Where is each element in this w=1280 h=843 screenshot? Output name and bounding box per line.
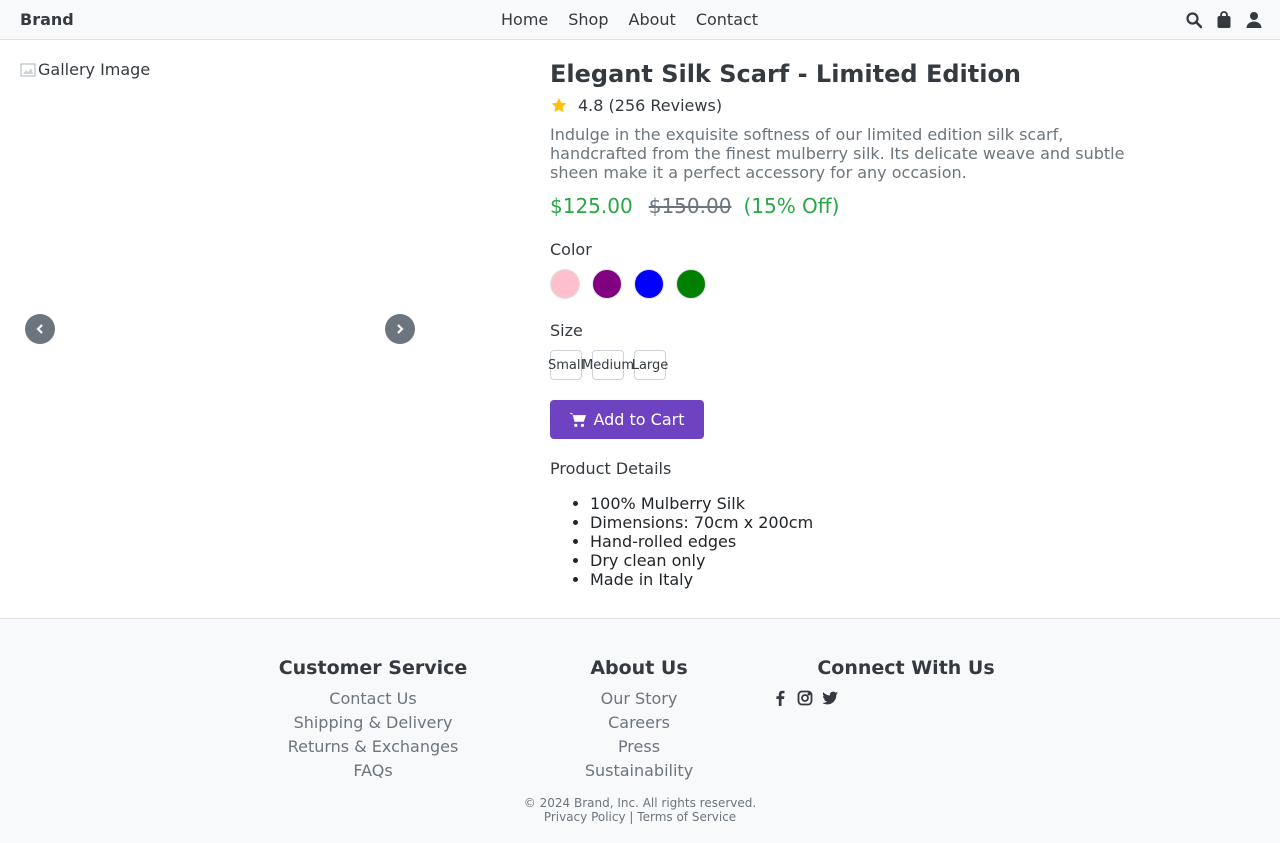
size-large-button[interactable]: Large [632,350,668,380]
footer-heading: Customer Service [278,657,468,679]
discount-badge: (15% Off) [743,194,840,218]
legal-links: Privacy Policy | Terms of Service [0,810,1280,824]
add-to-cart-button[interactable]: Add to Cart [550,400,704,439]
site-footer: Customer Service Contact Us Shipping & D… [0,618,1280,843]
list-item: 100% Mulberry Silk [590,494,1150,513]
footer-heading: About Us [590,657,688,679]
user-icon[interactable] [1246,11,1262,29]
legal-separator: | [629,810,634,824]
product-info: Elegant Silk Scarf - Limited Edition 4.8… [548,60,1150,589]
product-details-title: Product Details [550,459,672,478]
carousel-prev-button[interactable] [25,314,55,344]
search-icon[interactable] [1186,11,1202,29]
color-swatch-purple[interactable] [592,269,622,299]
color-swatches [550,269,1150,299]
footer-link-our-story[interactable]: Our Story [529,687,749,711]
footer-link-faqs[interactable]: FAQs [263,759,483,783]
privacy-policy-link[interactable]: Privacy Policy [544,810,626,824]
color-label: Color [550,240,592,259]
product-details-list: 100% Mulberry Silk Dimensions: 70cm x 20… [550,494,1150,589]
footer-link-contact-us[interactable]: Contact Us [263,687,483,711]
star-icon [551,98,567,113]
size-options: Small Medium Large [548,350,1150,380]
shopping-bag-icon[interactable] [1216,11,1232,29]
header-actions [1186,11,1262,29]
social-links [772,690,838,706]
size-small-button[interactable]: Small [548,350,584,380]
nav-shop[interactable]: Shop [568,10,608,29]
nav-contact[interactable]: Contact [696,10,758,29]
list-item: Dimensions: 70cm x 200cm [590,513,1150,532]
chevron-left-icon [36,324,43,334]
list-item: Hand-rolled edges [590,532,1150,551]
rating-text[interactable]: 4.8 (256 Reviews) [578,96,722,115]
footer-about-us: About Us Our Story Careers Press Sustain… [529,657,749,783]
brand-logo[interactable]: Brand [20,10,74,29]
chevron-right-icon [397,324,404,334]
list-item: Made in Italy [590,570,1150,589]
twitter-icon[interactable] [822,690,838,706]
original-price: $150.00 [648,194,732,218]
main-nav: Home Shop About Contact [501,10,758,29]
terms-of-service-link[interactable]: Terms of Service [637,810,736,824]
color-swatch-green[interactable] [676,269,706,299]
size-medium-button[interactable]: Medium [582,350,634,380]
footer-customer-service: Customer Service Contact Us Shipping & D… [263,657,483,783]
footer-link-shipping[interactable]: Shipping & Delivery [263,711,483,735]
color-swatch-pink[interactable] [550,269,580,299]
footer-connect: Connect With Us [796,657,1016,687]
price-row: $125.00 $150.00 (15% Off) [550,194,1150,218]
footer-link-press[interactable]: Press [529,735,749,759]
footer-heading: Connect With Us [817,657,995,679]
current-price: $125.00 [550,194,633,218]
footer-link-sustainability[interactable]: Sustainability [529,759,749,783]
product-gallery: Gallery Image [20,60,530,600]
nav-home[interactable]: Home [501,10,548,29]
facebook-icon[interactable] [772,690,788,706]
color-swatch-blue[interactable] [634,269,664,299]
footer-link-returns[interactable]: Returns & Exchanges [263,735,483,759]
broken-image-icon [20,62,36,78]
shopping-cart-icon [569,412,587,427]
gallery-image-alt: Gallery Image [38,60,151,79]
product-description: Indulge in the exquisite softness of our… [550,125,1125,182]
gallery-image[interactable]: Gallery Image [20,60,150,79]
product-rating: 4.8 (256 Reviews) [550,96,1150,115]
instagram-icon[interactable] [797,690,813,706]
product-title: Elegant Silk Scarf - Limited Edition [550,60,1022,88]
copyright-text: © 2024 Brand, Inc. All rights reserved. [523,796,757,810]
add-to-cart-label: Add to Cart [593,410,685,429]
size-label: Size [550,321,583,340]
list-item: Dry clean only [590,551,1150,570]
nav-about[interactable]: About [629,10,676,29]
footer-link-careers[interactable]: Careers [529,711,749,735]
site-header: Brand Home Shop About Contact [0,0,1280,40]
carousel-next-button[interactable] [385,314,415,344]
